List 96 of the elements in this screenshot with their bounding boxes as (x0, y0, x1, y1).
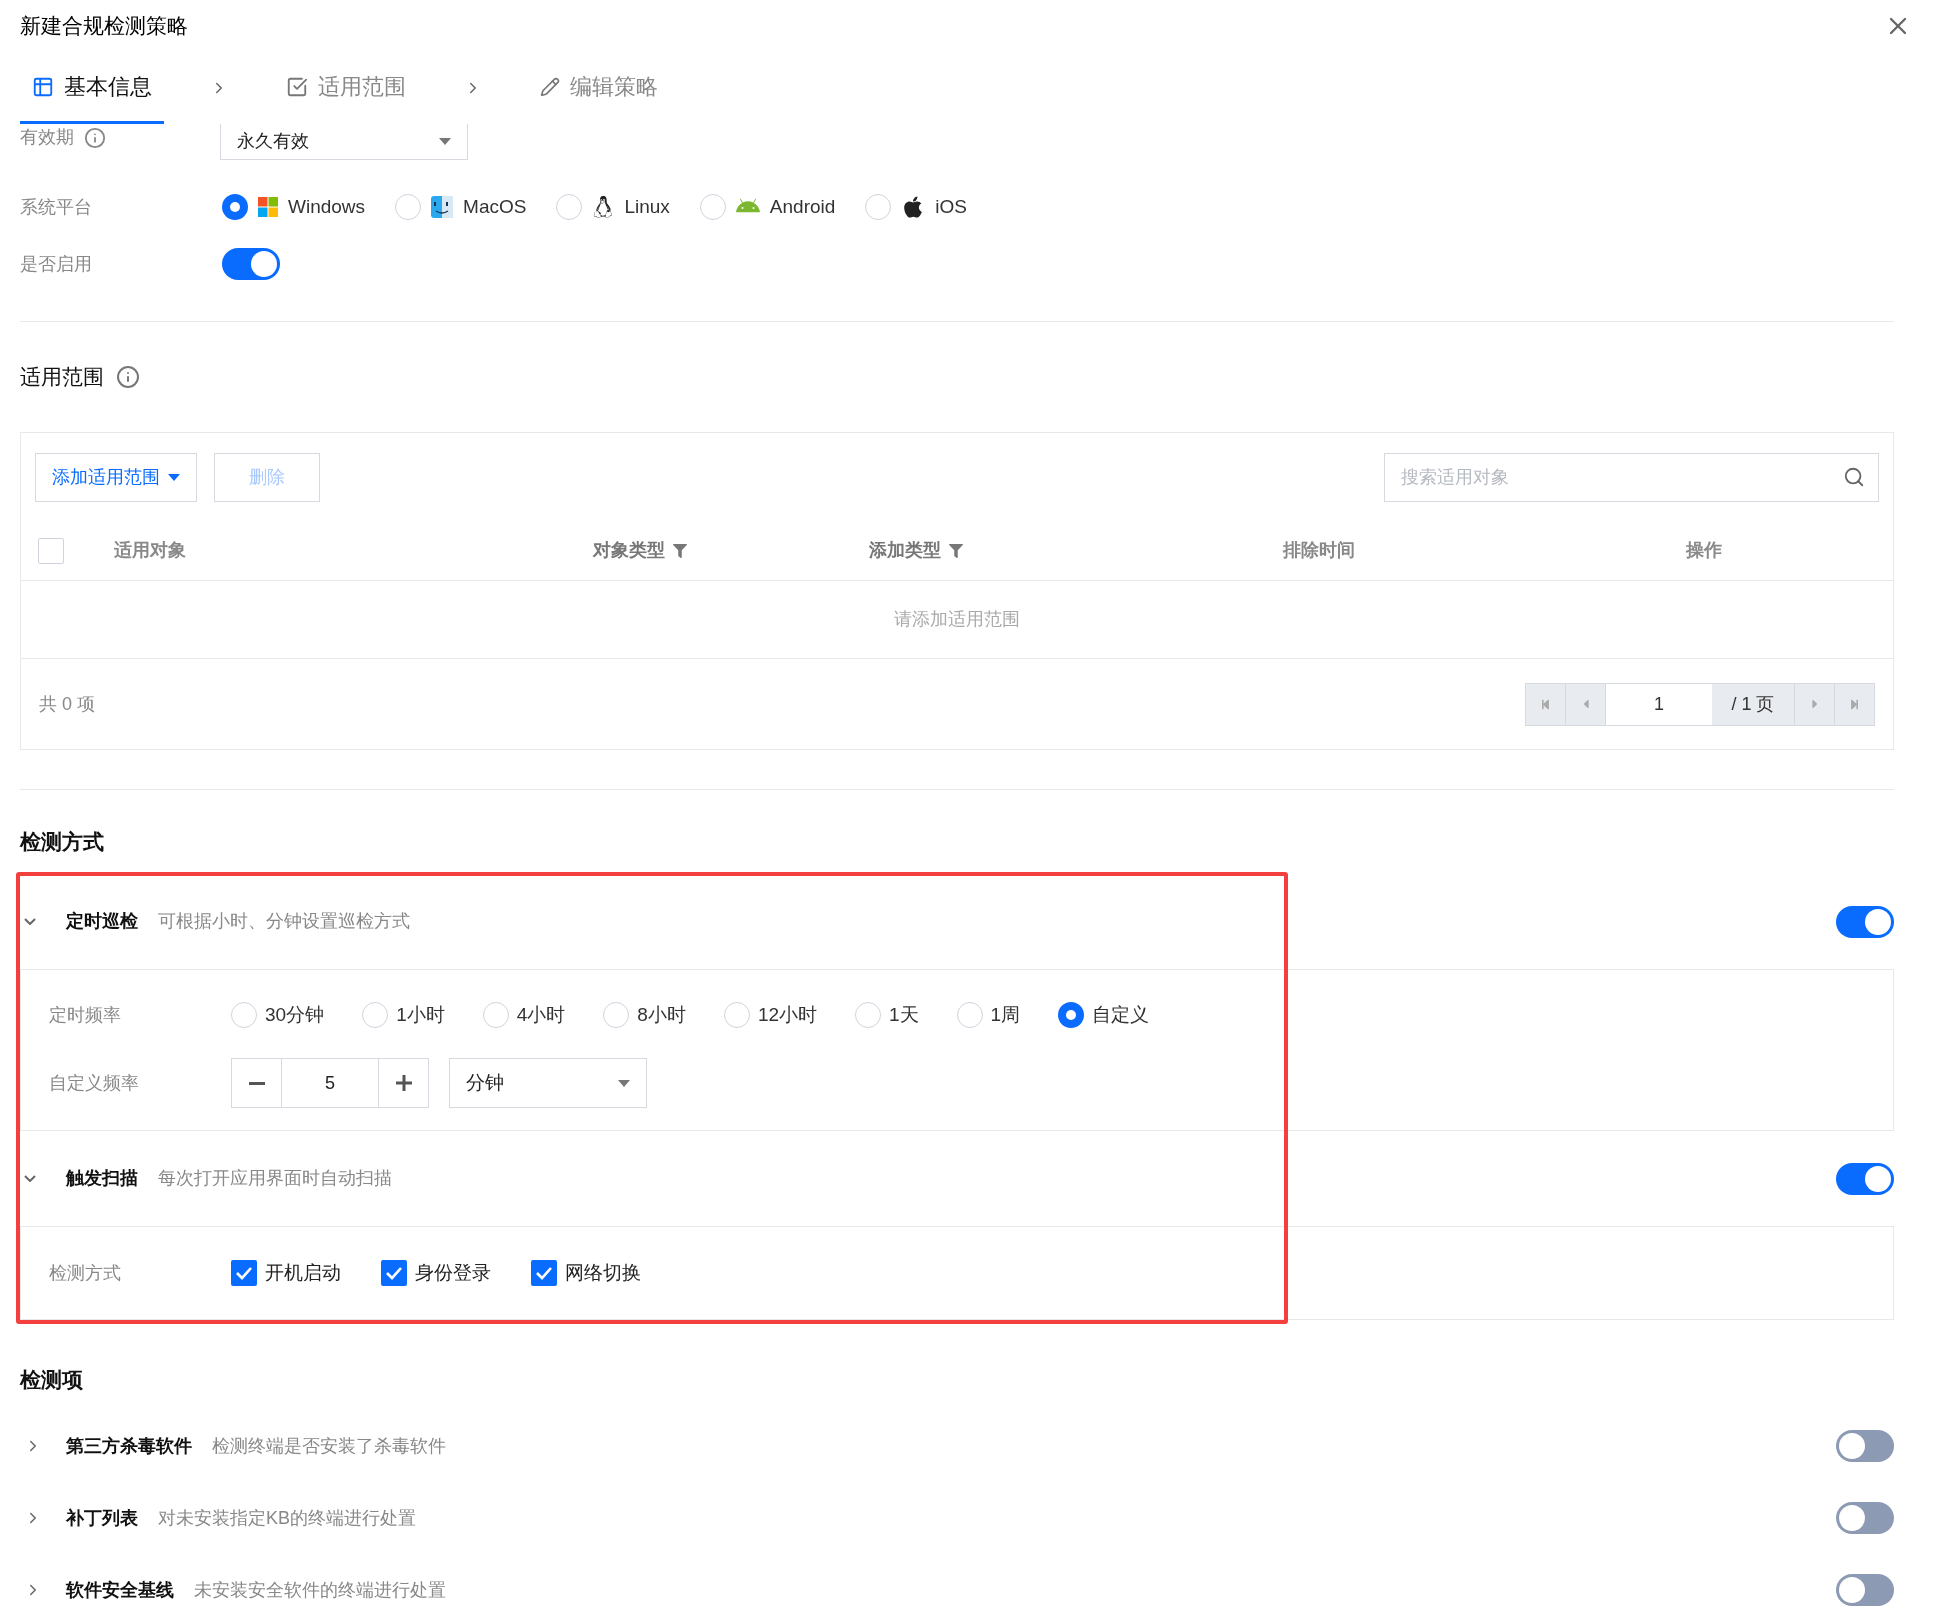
radio-button[interactable] (362, 1002, 389, 1028)
table-icon (32, 75, 54, 98)
caret-down-icon (618, 1079, 630, 1087)
item-description: 检测终端是否安装了杀毒软件 (212, 1434, 446, 1458)
checkmark-icon (385, 1266, 403, 1280)
radio-button[interactable] (482, 1002, 509, 1028)
radio-button[interactable] (865, 194, 892, 220)
radio-button[interactable] (603, 1002, 630, 1028)
radio-label: 1周 (990, 1002, 1021, 1027)
check-window-icon (286, 75, 308, 98)
field-label: 检测方式 (49, 1261, 122, 1285)
checkbox[interactable] (381, 1260, 407, 1286)
radio-label: 8小时 (637, 1002, 686, 1027)
radio-label: Android (769, 194, 836, 219)
field-label: 有效期 (20, 126, 74, 149)
step-tab[interactable]: 基本信息 (20, 52, 164, 124)
radio-button[interactable] (231, 1002, 257, 1028)
item-title: 补丁列表 (66, 1506, 138, 1530)
search-icon[interactable] (1843, 465, 1865, 488)
radio-label: MacOS (463, 194, 527, 219)
toggle-switch[interactable] (1836, 1430, 1894, 1462)
section-description: 每次打开应用界面时自动扫描 (158, 1167, 392, 1190)
penguin-icon (592, 196, 615, 218)
info-icon (84, 126, 106, 149)
section-description: 可根据小时、分钟设置巡检方式 (158, 910, 410, 933)
field-label: 是否启用 (20, 252, 93, 276)
radio-label: 4小时 (516, 1002, 566, 1027)
number-value: 5 (324, 1071, 336, 1095)
total-count: 共 0 项 (39, 692, 95, 716)
checkbox-label: 网络切换 (565, 1260, 641, 1285)
radio-label: Windows (288, 194, 366, 219)
toggle-switch[interactable] (222, 248, 280, 280)
item-title: 软件安全基线 (66, 1578, 174, 1602)
unit-dropdown[interactable]: 分钟 (449, 1058, 647, 1108)
toggle-switch[interactable] (1836, 1162, 1894, 1195)
caret-down-icon (439, 138, 451, 145)
checkmark-icon (235, 1266, 253, 1280)
windows-logo-icon (258, 197, 278, 217)
radio-label: 30分钟 (265, 1002, 325, 1027)
radio-label: 1天 (889, 1002, 919, 1027)
radio-button[interactable] (1058, 1002, 1085, 1028)
toggle-switch[interactable] (1836, 905, 1894, 938)
radio-label: 1小时 (396, 1002, 445, 1027)
field-label: 定时频率 (49, 1003, 122, 1027)
section-title: 触发扫描 (66, 1167, 138, 1190)
chevron-down-icon (24, 918, 36, 925)
column-header: 排除时间 (1283, 539, 1355, 562)
finder-face-icon (431, 196, 454, 218)
filter-icon[interactable] (673, 543, 687, 558)
dialog-title: 新建合规检测策略 (20, 13, 188, 40)
checkbox-label: 开机启动 (265, 1260, 341, 1285)
section-heading: 检测方式 (20, 829, 104, 856)
radio-label: 12小时 (757, 1002, 817, 1027)
search-field[interactable]: 搜索适用对象 (1384, 452, 1879, 502)
column-header: 对象类型 (593, 539, 665, 562)
validity-dropdown[interactable]: 永久有效 (220, 124, 468, 160)
number-stepper[interactable]: 5 (231, 1058, 429, 1108)
radio-button[interactable] (723, 1002, 750, 1028)
radio-label: iOS (935, 194, 968, 219)
filter-icon[interactable] (949, 543, 963, 558)
item-description: 对未安装指定KB的终端进行处置 (158, 1506, 416, 1530)
add-scope-dropdown-button[interactable]: 添加适用范围 (35, 452, 197, 502)
radio-button[interactable] (222, 194, 248, 220)
checkmark-icon (535, 1266, 553, 1280)
column-header: 添加类型 (869, 539, 941, 562)
minus-icon (248, 1081, 265, 1085)
pencil-icon (540, 76, 560, 97)
field-label: 系统平台 (20, 195, 93, 219)
checkbox[interactable] (38, 537, 64, 564)
radio-button[interactable] (855, 1002, 881, 1028)
checkbox[interactable] (231, 1260, 257, 1286)
section-title: 定时巡检 (66, 910, 138, 933)
step-tab[interactable]: 适用范围 (274, 52, 418, 124)
radio-label: Linux (624, 194, 670, 219)
plus-icon (395, 1075, 412, 1091)
radio-label: 自定义 (1092, 1002, 1150, 1027)
step-tab[interactable]: 编辑策略 (528, 52, 670, 124)
checkbox[interactable] (531, 1260, 557, 1286)
info-icon (116, 365, 140, 389)
section-heading: 检测项 (20, 1367, 83, 1394)
item-title: 第三方杀毒软件 (66, 1434, 192, 1458)
item-description: 未安装安全软件的终端进行处置 (194, 1578, 446, 1602)
column-header: 操作 (1686, 539, 1722, 562)
caret-down-icon (168, 473, 180, 481)
radio-button[interactable] (395, 194, 422, 220)
toggle-switch[interactable] (1836, 1574, 1894, 1606)
toggle-switch[interactable] (1836, 1502, 1894, 1534)
empty-table-message: 请添加适用范围 (894, 608, 1020, 631)
radio-button[interactable] (956, 1002, 983, 1028)
checkbox-label: 身份登录 (415, 1260, 491, 1285)
field-label: 自定义频率 (49, 1071, 140, 1095)
column-header: 适用对象 (114, 539, 186, 562)
radio-button[interactable] (556, 194, 583, 220)
radio-button[interactable] (699, 194, 726, 220)
chevron-down-icon (24, 1175, 36, 1182)
section-heading: 适用范围 (20, 364, 104, 391)
